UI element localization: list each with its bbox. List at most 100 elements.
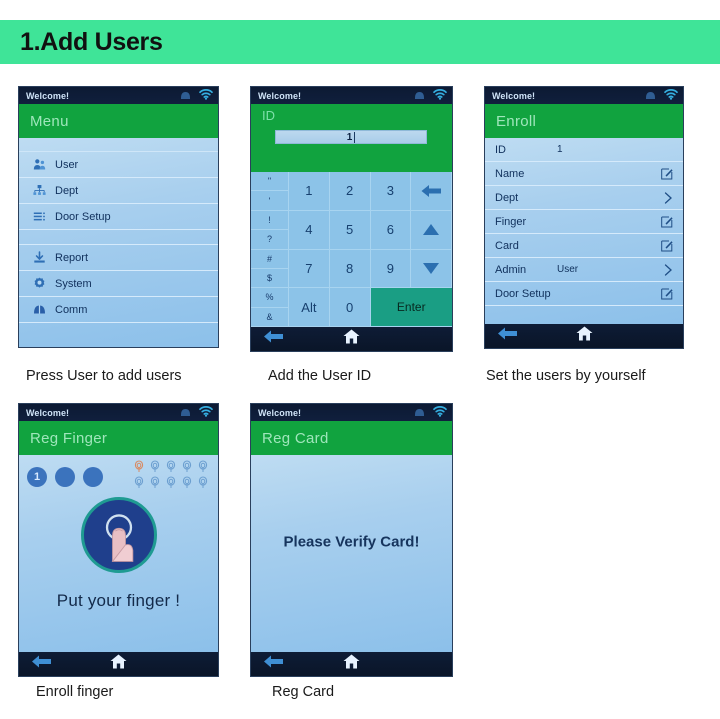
reg-finger-message: Put your finger !	[56, 591, 181, 610]
home-icon[interactable]	[576, 326, 593, 346]
status-bar: Welcome!	[19, 404, 218, 421]
key-8[interactable]: 8	[329, 249, 371, 289]
fingerprint-slot-icon	[132, 475, 146, 489]
bottom-nav-bar	[485, 324, 683, 348]
menu-item-comm[interactable]: Comm	[19, 297, 218, 323]
wifi-icon	[433, 404, 447, 422]
enroll-row-dept[interactable]: Dept	[485, 186, 683, 210]
symbol-key[interactable]: #	[251, 250, 288, 269]
wifi-icon	[199, 87, 213, 105]
list-icon	[29, 210, 49, 223]
network-icon	[413, 404, 426, 422]
home-icon[interactable]	[343, 654, 360, 674]
symbol-key[interactable]: $	[251, 269, 288, 289]
symbol-key[interactable]: %	[251, 288, 288, 308]
screen-title-bar: Reg Card	[251, 421, 452, 455]
enroll-row-finger[interactable]: Finger	[485, 210, 683, 234]
back-arrow-icon[interactable]	[31, 655, 52, 673]
fingerprint-slot-icon	[196, 475, 210, 489]
enroll-row-label: Door Setup	[495, 287, 551, 300]
chevron-right-icon[interactable]	[655, 263, 673, 276]
step-dot-2	[55, 467, 75, 487]
symbol-key[interactable]: "	[251, 172, 288, 192]
backspace-icon[interactable]	[411, 172, 452, 211]
reg-finger-body: 1 Put your finger !	[19, 455, 218, 652]
page-title: 1.Add Users	[20, 27, 163, 56]
enroll-row-card[interactable]: Card	[485, 234, 683, 258]
screen-title-bar: Menu	[19, 104, 218, 138]
menu-item-user[interactable]: User	[19, 152, 218, 178]
key-alt[interactable]: Alt	[289, 288, 330, 327]
device-screen-reg-finger: Welcome! Reg Finger 1 Put your finger !	[18, 403, 219, 677]
fingerprint-slot-icon	[180, 459, 194, 473]
key-9[interactable]: 9	[370, 249, 412, 289]
key-3[interactable]: 3	[370, 172, 412, 211]
key-enter[interactable]: Enter	[370, 288, 452, 327]
bottom-nav-bar	[251, 327, 452, 351]
screen-title-bar: Enroll	[485, 104, 683, 138]
enroll-row-name[interactable]: Name	[485, 162, 683, 186]
department-icon	[29, 184, 49, 197]
key-7[interactable]: 7	[289, 249, 330, 289]
enroll-row-admin[interactable]: Admin User	[485, 258, 683, 282]
menu-item-dept[interactable]: Dept	[19, 178, 218, 204]
step-dots: 1	[27, 467, 103, 487]
key-0[interactable]: 0	[329, 288, 371, 327]
screen-title: Reg Card	[262, 429, 329, 447]
symbol-key[interactable]: !	[251, 211, 288, 231]
symbol-key[interactable]: &	[251, 308, 288, 327]
menu-top-spacer	[19, 138, 218, 152]
menu-item-label: Dept	[55, 184, 79, 197]
menu-item-system[interactable]: System	[19, 271, 218, 297]
network-icon	[413, 87, 426, 105]
bottom-nav-bar	[19, 652, 218, 676]
enroll-list-filler	[485, 306, 683, 324]
symbol-key[interactable]: ?	[251, 230, 288, 250]
edit-icon[interactable]	[655, 216, 673, 228]
network-icon	[644, 87, 657, 105]
status-bar: Welcome!	[251, 404, 452, 421]
back-arrow-icon[interactable]	[263, 655, 284, 673]
wifi-icon	[664, 87, 678, 105]
menu-item-label: Door Setup	[55, 210, 111, 223]
screen-title-bar: Reg Finger	[19, 421, 218, 455]
fingerprint-slot-icon	[196, 459, 210, 473]
caption-enroll: Set the users by yourself	[486, 368, 646, 384]
back-arrow-icon[interactable]	[497, 327, 518, 345]
caption-reg-card: Reg Card	[272, 684, 335, 700]
key-4[interactable]: 4	[289, 210, 330, 250]
reg-card-body: Please Verify Card!	[251, 455, 452, 652]
home-icon[interactable]	[110, 654, 127, 674]
enroll-row-door-setup[interactable]: Door Setup	[485, 282, 683, 306]
back-arrow-icon[interactable]	[263, 330, 284, 348]
symbol-key[interactable]: '	[251, 191, 288, 211]
chevron-right-icon[interactable]	[655, 191, 673, 204]
wifi-icon	[199, 404, 213, 422]
key-6[interactable]: 6	[370, 210, 412, 250]
key-2[interactable]: 2	[329, 172, 371, 211]
menu-item-report[interactable]: Report	[19, 245, 218, 271]
fingerprint-scan-icon	[80, 497, 157, 573]
edit-icon[interactable]	[655, 288, 673, 300]
key-5[interactable]: 5	[329, 210, 371, 250]
status-welcome-label: Welcome!	[26, 90, 70, 101]
bottom-nav-bar	[251, 652, 452, 676]
enroll-row-id[interactable]: ID 1	[485, 138, 683, 162]
enroll-row-label: Card	[495, 239, 519, 252]
home-icon[interactable]	[343, 329, 360, 349]
enroll-row-label: Finger	[495, 215, 527, 228]
arrow-down-icon[interactable]	[411, 249, 452, 289]
menu-item-door-setup[interactable]: Door Setup	[19, 204, 218, 230]
network-icon	[179, 87, 192, 105]
step-dot-1: 1	[27, 467, 47, 487]
fingerprint-slot-icon	[148, 475, 162, 489]
key-1[interactable]: 1	[289, 172, 330, 211]
network-icon	[179, 404, 192, 422]
menu-item-label: Comm	[55, 303, 88, 316]
key-grid: 1 2 3 4 5 6 7 8 9 Alt 0 Enter	[289, 172, 452, 327]
enroll-row-label: Name	[495, 167, 525, 180]
arrow-up-icon[interactable]	[411, 210, 452, 250]
edit-icon[interactable]	[655, 168, 673, 180]
id-input[interactable]: 1	[275, 130, 427, 144]
edit-icon[interactable]	[655, 240, 673, 252]
